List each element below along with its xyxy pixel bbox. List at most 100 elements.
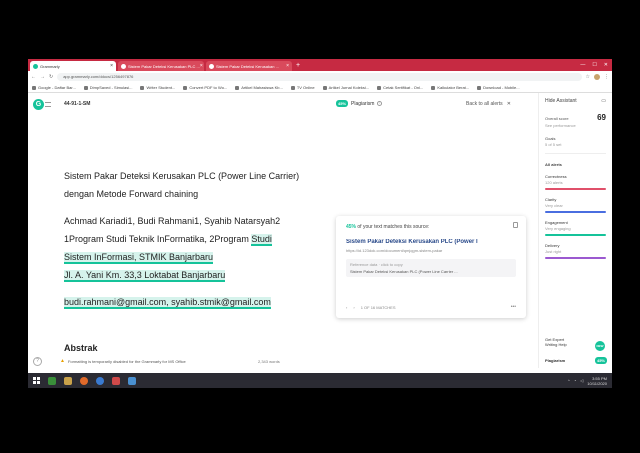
bookmark-item[interactable]: Google - Daftar Bar... — [32, 85, 76, 90]
category-delivery[interactable]: Delivery Just right — [545, 243, 606, 259]
word-count[interactable]: 2,343 words — [258, 359, 280, 364]
plagiarism-header: 45% Plagiarism i — [336, 100, 383, 107]
copy-icon[interactable] — [513, 222, 518, 228]
bookmark-star-icon[interactable]: ☆ — [586, 74, 590, 80]
back-to-alerts-label: Back to all alerts — [466, 101, 503, 107]
expert-help-button[interactable]: Get Expert Writing Help — [545, 337, 567, 347]
browser-tab-grammarly[interactable]: Grammarly × — [30, 61, 116, 71]
document-body[interactable]: Sistem Pakar Deteksi Kerusakan PLC (Powe… — [64, 167, 334, 311]
taskbar-app[interactable] — [76, 373, 92, 388]
goals-label[interactable]: Goals — [545, 136, 606, 141]
browser-tab-source-1[interactable]: Sistem Pakar Deteksi Kerusakan PLC ... × — [118, 61, 204, 71]
taskbar-app[interactable] — [92, 373, 108, 388]
plagiarism-highlight[interactable]: budi.rahmani@gmail.com, syahib.stmik@gma… — [64, 297, 271, 309]
taskbar-app[interactable] — [124, 373, 140, 388]
app-icon — [128, 376, 136, 385]
overall-score[interactable]: Overall score 69 — [545, 113, 606, 122]
match-text: of your text matches this source: — [356, 224, 430, 230]
browser-tab-source-2[interactable]: Sistem Pakar Deteksi Kerusakan ... × — [206, 61, 292, 71]
bookmark-item[interactable]: Kalkulator Berat... — [431, 85, 469, 90]
bookmark-label: TV Online — [296, 85, 315, 90]
tab-close-icon[interactable]: × — [200, 63, 203, 69]
tray-chevron-icon[interactable]: ^ — [568, 378, 570, 383]
bookmark-item[interactable]: Writer Student... — [140, 85, 175, 90]
reload-icon[interactable]: ↻ — [49, 74, 53, 80]
abstract-heading: Abstrak — [64, 343, 98, 353]
plagiarism-highlight[interactable]: Sistem InFormasi, STMIK Banjarbaru — [64, 252, 214, 264]
affiliation-text: 1Program Studi Teknik InFormatika, 2Prog… — [64, 234, 252, 244]
chrome-icon — [96, 376, 104, 385]
match-pager: ‹ › 1 OF 16 MATCHES — [346, 305, 396, 310]
document-name[interactable]: 44-91-1-SM — [64, 101, 90, 107]
reference-box[interactable]: Reference data · click to copy Sistem Pa… — [346, 259, 516, 277]
source-url[interactable]: https://id.123dok.com/document/qmjqgm-si… — [346, 248, 516, 253]
help-icon[interactable]: ? — [33, 356, 42, 366]
category-clarity[interactable]: Clarity Very clear — [545, 197, 606, 213]
forward-icon[interactable]: → — [40, 74, 45, 80]
bookmark-label: Kalkulator Berat... — [437, 85, 470, 90]
category-bar — [545, 211, 606, 213]
plagiarism-percent-badge: 45% — [336, 100, 349, 107]
match-summary: 45% of your text matches this source: — [346, 224, 516, 230]
maximize-icon[interactable]: ☐ — [592, 62, 596, 68]
app-icon — [112, 376, 120, 385]
window-controls: — ☐ ✕ — [580, 59, 612, 71]
more-options-icon[interactable]: ••• — [511, 304, 516, 310]
plagiarism-sidebar-item[interactable]: Plagiarism 45% — [545, 357, 607, 364]
menu-icon[interactable] — [45, 102, 51, 107]
bookmark-item[interactable]: Convert PDF to Wo... — [183, 85, 227, 90]
close-icon[interactable]: ✕ — [507, 101, 511, 107]
tab-close-icon[interactable]: × — [286, 63, 289, 69]
url-field[interactable]: app.grammarly.com/ddocs/1256497876 — [57, 73, 582, 81]
category-status: Just right — [545, 249, 562, 254]
taskbar-app[interactable] — [108, 373, 124, 388]
close-window-icon[interactable]: ✕ — [604, 62, 608, 68]
category-bar — [545, 234, 606, 236]
network-icon[interactable]: ◔ — [574, 378, 576, 383]
grammarly-logo-icon[interactable]: G — [33, 99, 44, 110]
tab-label: Sistem Pakar Deteksi Kerusakan PLC ... — [128, 63, 200, 69]
bookmark-item[interactable]: Download - Mobile... — [477, 85, 520, 90]
bookmark-item[interactable]: TV Online — [290, 85, 315, 90]
editor-header: G 44-91-1-SM 45% Plagiarism i Back to al… — [28, 93, 538, 115]
bookmark-icon — [322, 85, 327, 90]
clock[interactable]: 3:55 PM 10/11/2020 — [587, 376, 607, 386]
bookmark-icon — [377, 85, 382, 90]
avatar[interactable] — [594, 74, 600, 80]
volume-icon[interactable]: ◁ — [580, 378, 583, 383]
bookmark-item[interactable]: DimpSaved - Simulasi... — [83, 85, 132, 90]
bookmark-label: Google - Daftar Bar... — [38, 85, 76, 90]
match-percent: 45% — [346, 224, 357, 230]
screen: Grammarly × Sistem Pakar Deteksi Kerusak… — [28, 59, 612, 388]
category-correctness[interactable]: Correctness 120 alerts — [545, 174, 606, 190]
start-button[interactable] — [28, 373, 44, 388]
bookmark-label: Artikel Jurnal Koleksi... — [328, 85, 370, 90]
bookmark-icon — [235, 85, 240, 90]
prev-match-icon[interactable]: ‹ — [346, 305, 347, 310]
plagiarism-highlight[interactable]: Studi — [251, 234, 272, 246]
new-tab-button[interactable]: + — [296, 61, 300, 71]
bookmark-icon — [32, 85, 36, 90]
menu-dots-icon[interactable]: ⋮ — [604, 74, 609, 80]
tab-close-icon[interactable]: × — [110, 63, 113, 69]
category-engagement[interactable]: Engagement Very engaging — [545, 220, 606, 236]
minimize-icon[interactable]: — — [580, 62, 585, 68]
plagiarism-sidebar-percent: 45% — [594, 357, 607, 364]
back-to-alerts-link[interactable]: Back to all alerts ✕ — [466, 101, 511, 107]
panel-toggle-icon[interactable]: ▭ — [601, 98, 606, 104]
see-performance-link[interactable]: See performance — [545, 123, 606, 128]
back-icon[interactable]: ← — [31, 74, 36, 80]
plagiarism-highlight[interactable]: Jl. A. Yani Km. 33,3 Loktabat Banjarbaru — [64, 270, 226, 282]
bookmark-item[interactable]: Artikel Mahasiswa Kb... — [235, 85, 283, 90]
next-match-icon[interactable]: › — [353, 305, 354, 310]
bookmark-icon — [183, 85, 188, 90]
bookmark-item[interactable]: Cetak Sertifikat - Onl... — [377, 85, 423, 90]
taskbar-app[interactable] — [44, 373, 60, 388]
all-alerts-link[interactable]: All alerts — [545, 162, 606, 167]
address-line: Jl. A. Yani Km. 33,3 Loktabat Banjarbaru — [64, 266, 334, 284]
hide-assistant-button[interactable]: Hide Assistant — [545, 98, 577, 104]
taskbar-app[interactable] — [60, 373, 76, 388]
info-icon[interactable]: i — [377, 101, 383, 106]
source-title[interactable]: Sistem Pakar Deteksi Kerusakan PLC (Powe… — [346, 239, 516, 245]
bookmark-item[interactable]: Artikel Jurnal Koleksi... — [322, 85, 370, 90]
